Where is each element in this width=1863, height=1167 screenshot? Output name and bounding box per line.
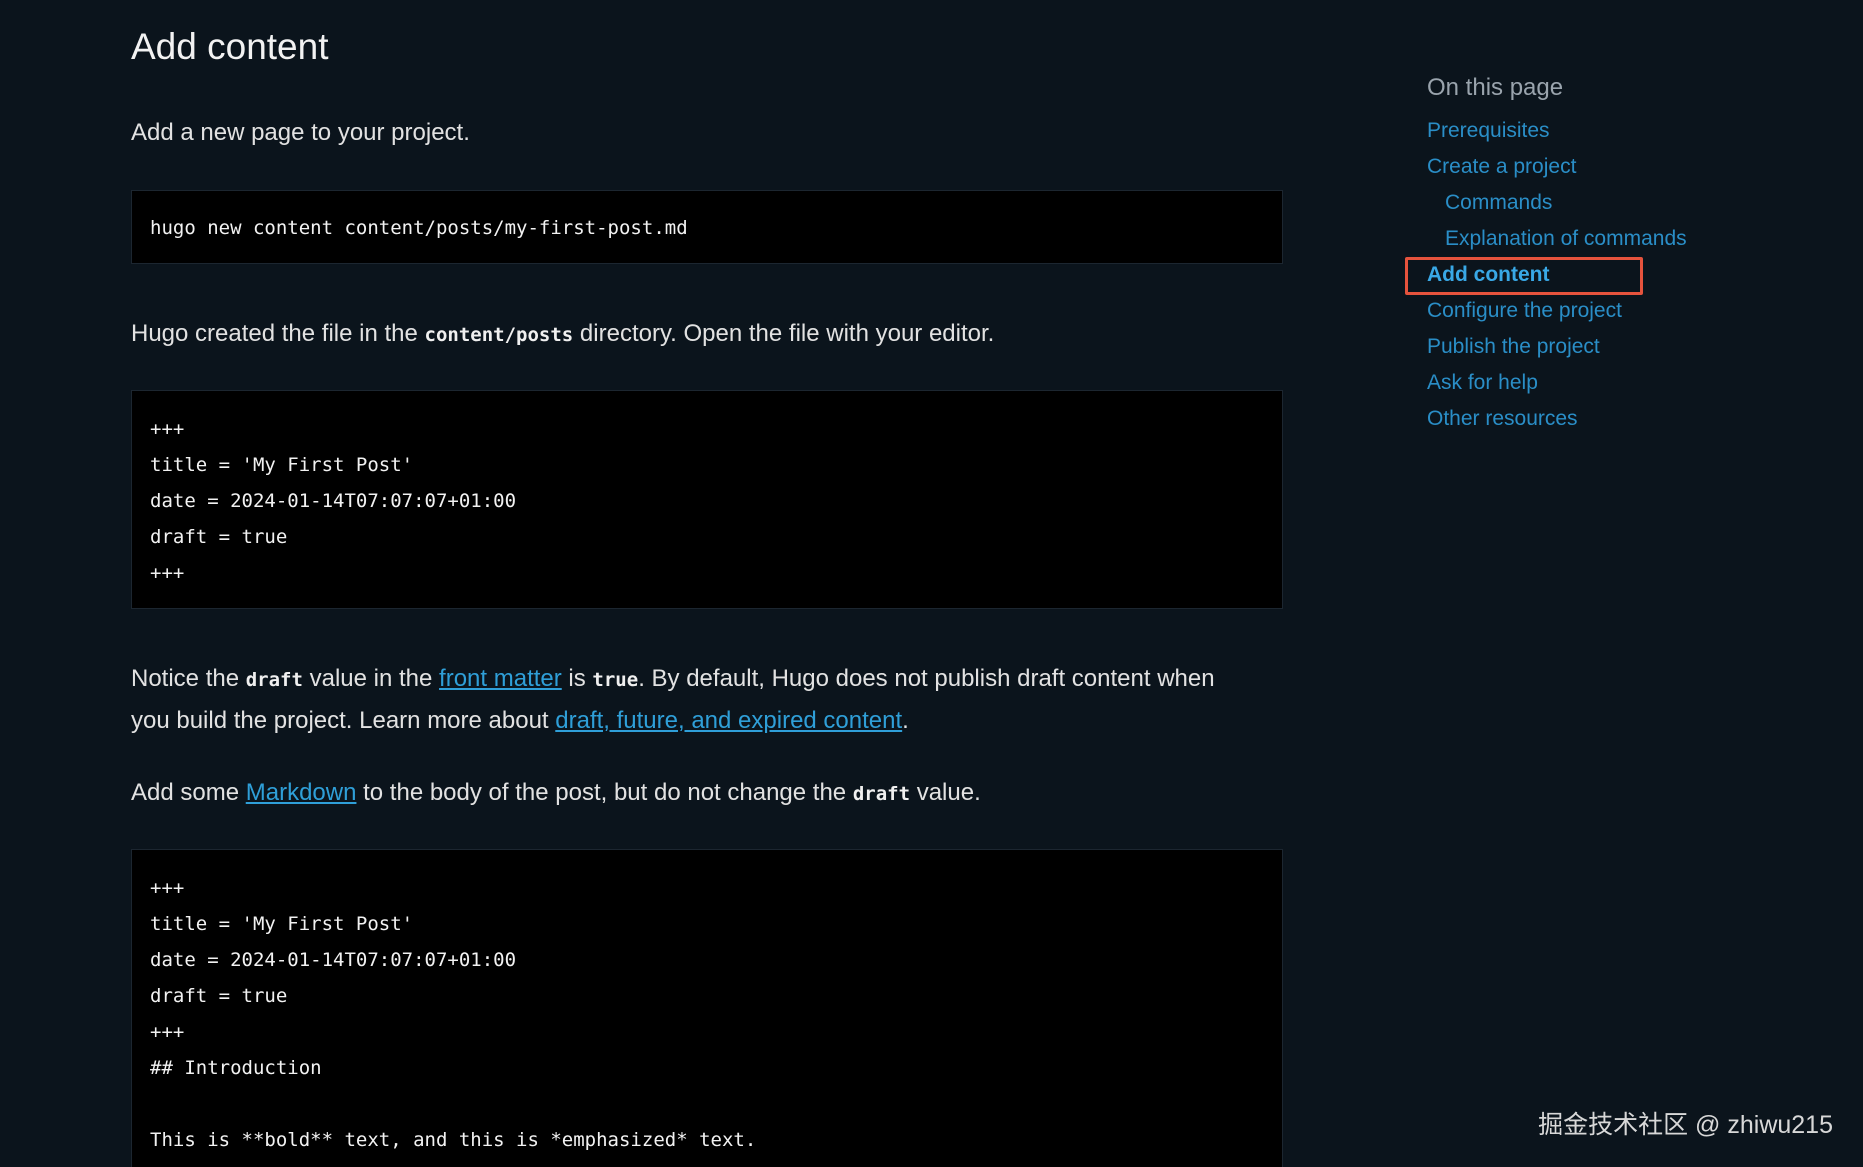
code-line: date = 2024-01-14T07:07:07+01:00	[150, 490, 517, 512]
code-line: +++	[150, 562, 185, 584]
active-item-highlight	[1405, 257, 1643, 295]
docs-page: Add content Add a new page to your proje…	[0, 0, 1863, 1167]
created-paragraph: Hugo created the file in the content/pos…	[131, 313, 1283, 356]
text: is	[561, 665, 593, 692]
watermark: 掘金技术社区 @ zhiwu215	[1538, 1111, 1833, 1139]
front-matter-link[interactable]: front matter	[439, 665, 562, 692]
toc-item-commands[interactable]: Commands	[1427, 185, 1807, 221]
toc-item-ask-for-help[interactable]: Ask for help	[1427, 365, 1807, 401]
code-line: +++	[150, 877, 185, 899]
inline-code: true	[592, 669, 639, 691]
text: you build the project. Learn more about	[131, 707, 556, 734]
code-line: draft = true	[150, 526, 288, 548]
inline-code: content/posts	[424, 324, 574, 346]
toc-item-prerequisites[interactable]: Prerequisites	[1427, 113, 1807, 149]
text: . By default, Hugo does not publish draf…	[638, 665, 1215, 692]
toc-item-configure-the-project[interactable]: Configure the project	[1427, 293, 1807, 329]
text: directory. Open the file with your edito…	[573, 320, 995, 347]
code-line: This is **bold** text, and this is *emph…	[150, 1129, 757, 1151]
command-code-block[interactable]: hugo new content content/posts/my-first-…	[131, 190, 1283, 264]
front-matter-code-block[interactable]: +++ title = 'My First Post' date = 2024-…	[131, 390, 1283, 609]
text: value.	[910, 779, 981, 806]
code-line: ## Introduction	[150, 1057, 322, 1079]
code-line: title = 'My First Post'	[150, 913, 414, 935]
table-of-contents: On this page Prerequisites Create a proj…	[1427, 70, 1807, 430]
text: .	[902, 707, 909, 734]
markdown-body-code-block[interactable]: +++ title = 'My First Post' date = 2024-…	[131, 849, 1283, 1167]
code-line: +++	[150, 418, 185, 440]
draft-future-expired-link[interactable]: draft, future, and expired content	[555, 707, 902, 734]
code-line: title = 'My First Post'	[150, 454, 414, 476]
notice-paragraph-line-2: you build the project. Learn more about …	[131, 700, 1283, 742]
text: to the body of the post, but do not chan…	[356, 779, 853, 806]
page-title: Add content	[131, 26, 329, 67]
text: Notice the	[131, 665, 246, 692]
code-line: hugo new content content/posts/my-first-…	[150, 217, 688, 239]
toc-item-other-resources[interactable]: Other resources	[1427, 401, 1807, 437]
markdown-link[interactable]: Markdown	[246, 779, 357, 806]
text: Add some	[131, 779, 246, 806]
toc-title: On this page	[1427, 74, 1564, 101]
text: value in the	[302, 665, 440, 692]
code-line: +++	[150, 1021, 185, 1043]
code-line: date = 2024-01-14T07:07:07+01:00	[150, 949, 517, 971]
toc-item-create-a-project[interactable]: Create a project	[1427, 149, 1807, 185]
markdown-paragraph: Add some Markdown to the body of the pos…	[131, 772, 1283, 815]
toc-item-explanation-of-commands[interactable]: Explanation of commands	[1427, 221, 1807, 257]
text: Hugo created the file in the	[131, 320, 425, 347]
toc-item-publish-the-project[interactable]: Publish the project	[1427, 329, 1807, 365]
inline-code: draft	[852, 783, 911, 805]
notice-paragraph-line-1: Notice the draft value in the front matt…	[131, 658, 1283, 701]
intro-paragraph: Add a new page to your project.	[131, 119, 470, 146]
code-line: draft = true	[150, 985, 288, 1007]
inline-code: draft	[245, 669, 303, 691]
